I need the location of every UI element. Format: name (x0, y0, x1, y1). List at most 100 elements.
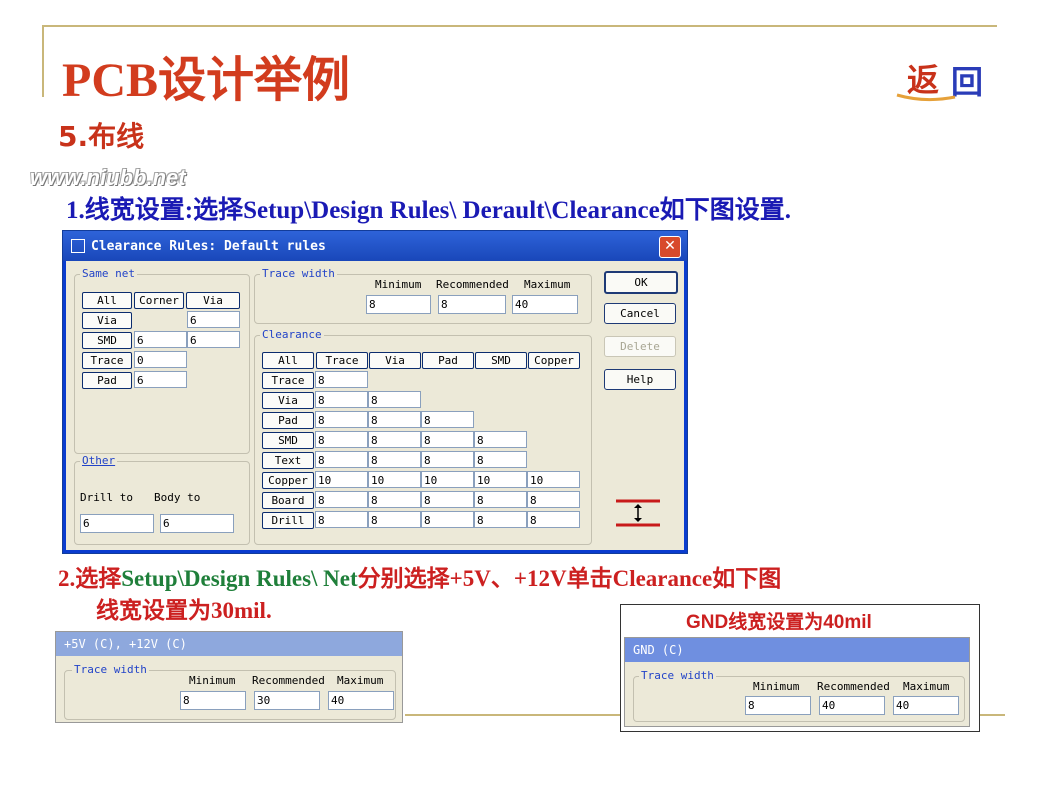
net-min-field[interactable]: 8 (180, 691, 246, 710)
same-net-via-button[interactable]: Via (186, 292, 240, 309)
dialog-body: Same net All Corner Via Via 6 SMD 6 6 Tr… (66, 261, 684, 550)
top-rule (42, 25, 997, 27)
gnd-max-label: Maximum (903, 680, 950, 693)
net-trace-width-label: Trace width (72, 663, 149, 676)
clearance-cell[interactable]: 8 (315, 511, 368, 528)
clearance-row-via-button[interactable]: Via (262, 392, 314, 409)
same-net-row-smd[interactable]: SMD (82, 332, 132, 349)
clearance-cell[interactable]: 8 (368, 391, 421, 408)
drill-to-field[interactable]: 6 (80, 514, 154, 533)
delete-button[interactable]: Delete (604, 336, 676, 357)
clearance-cell[interactable]: 8 (474, 511, 527, 528)
clearance-cell[interactable]: 8 (368, 451, 421, 468)
net-rec-label: Recommended (252, 674, 325, 687)
clearance-cell[interactable]: 8 (315, 431, 368, 448)
clearance-cell[interactable]: 10 (368, 471, 421, 488)
gnd-min-label: Minimum (753, 680, 800, 693)
same-net-row-pad[interactable]: Pad (82, 372, 132, 389)
step2-prefix: 2.选择 (58, 566, 122, 591)
gnd-rec-label: Recommended (817, 680, 890, 693)
clearance-row-copper-button[interactable]: Copper (262, 472, 314, 489)
gnd-caption: GND线宽设置为40mil (686, 612, 872, 633)
clearance-col-all-button[interactable]: All (262, 352, 314, 369)
trace-width-label: Trace width (260, 267, 337, 280)
gnd-panel-title: GND (C) (625, 638, 969, 662)
clearance-cell[interactable]: 8 (421, 411, 474, 428)
clearance-row-text-button[interactable]: Text (262, 452, 314, 469)
gnd-rec-field[interactable]: 40 (819, 696, 885, 715)
trace-width-min-label: Minimum (375, 278, 422, 291)
net-max-label: Maximum (337, 674, 384, 687)
clearance-cell[interactable]: 8 (421, 431, 474, 448)
clearance-row-pad-button[interactable]: Pad (262, 412, 314, 429)
clearance-cell[interactable]: 8 (368, 511, 421, 528)
same-net-label: Same net (80, 267, 137, 280)
gnd-panel: GND (C) Trace width Minimum Recommended … (624, 637, 970, 727)
dialog-title-bar[interactable]: Clearance Rules: Default rules ✕ (63, 231, 687, 261)
trace-width-rec-field[interactable]: 8 (438, 295, 506, 314)
clearance-col-pad-button[interactable]: Pad (422, 352, 474, 369)
clearance-cell[interactable]: 8 (315, 451, 368, 468)
ok-button[interactable]: OK (604, 271, 678, 294)
body-to-label: Body to (154, 491, 201, 504)
net-panel-title: +5V (C), +12V (C) (56, 632, 402, 656)
gnd-trace-width-label: Trace width (639, 669, 716, 682)
app-icon (71, 239, 85, 253)
clearance-cell[interactable]: 8 (527, 511, 580, 528)
gnd-min-field[interactable]: 8 (745, 696, 811, 715)
other-label: Other (80, 454, 118, 467)
clearance-col-copper-button[interactable]: Copper (528, 352, 580, 369)
trace-width-min-field[interactable]: 8 (366, 295, 431, 314)
gnd-max-field[interactable]: 40 (893, 696, 959, 715)
clearance-cell[interactable]: 8 (421, 451, 474, 468)
trace-width-max-field[interactable]: 40 (512, 295, 578, 314)
clearance-cell[interactable]: 8 (315, 371, 368, 388)
close-button[interactable]: ✕ (659, 236, 681, 258)
clearance-cell[interactable]: 8 (368, 411, 421, 428)
net-min-label: Minimum (189, 674, 236, 687)
clearance-cell[interactable]: 8 (474, 431, 527, 448)
same-net-smd-via-field[interactable]: 6 (187, 331, 240, 348)
clearance-cell[interactable]: 10 (474, 471, 527, 488)
clearance-cell[interactable]: 8 (421, 491, 474, 508)
net-max-field[interactable]: 40 (328, 691, 394, 710)
same-net-pad-corner-field[interactable]: 6 (134, 371, 187, 388)
clearance-cell[interactable]: 8 (315, 491, 368, 508)
same-net-corner-button[interactable]: Corner (134, 292, 184, 309)
clearance-row-smd-button[interactable]: SMD (262, 432, 314, 449)
net-panel-5v-12v: +5V (C), +12V (C) Trace width Minimum Re… (55, 631, 403, 723)
clearance-cell[interactable]: 8 (474, 451, 527, 468)
same-net-trace-corner-field[interactable]: 0 (134, 351, 187, 368)
clearance-cell[interactable]: 8 (527, 491, 580, 508)
slide-title: PCB设计举例 (62, 54, 351, 107)
clearance-cell[interactable]: 8 (315, 411, 368, 428)
clearance-col-via-button[interactable]: Via (369, 352, 421, 369)
clearance-cell[interactable]: 8 (368, 431, 421, 448)
return-button[interactable]: 返 回 (895, 55, 1005, 105)
same-net-all-button[interactable]: All (82, 292, 132, 309)
clearance-cell[interactable]: 10 (315, 471, 368, 488)
help-button[interactable]: Help (604, 369, 676, 390)
cancel-button[interactable]: Cancel (604, 303, 676, 324)
clearance-cell[interactable]: 10 (421, 471, 474, 488)
clearance-cell[interactable]: 8 (421, 511, 474, 528)
section-heading: 5.布线 (58, 120, 145, 153)
clearance-row-trace-button[interactable]: Trace (262, 372, 314, 389)
body-to-field[interactable]: 6 (160, 514, 234, 533)
clearance-col-smd-button[interactable]: SMD (475, 352, 527, 369)
step2-suffix: 分别选择+5V、+12V单击Clearance如下图 (357, 566, 782, 591)
same-net-via-via-field[interactable]: 6 (187, 311, 240, 328)
clearance-rules-dialog: Clearance Rules: Default rules ✕ Same ne… (62, 230, 688, 554)
clearance-row-drill-button[interactable]: Drill (262, 512, 314, 529)
trace-width-max-label: Maximum (524, 278, 571, 291)
same-net-row-trace[interactable]: Trace (82, 352, 132, 369)
clearance-cell[interactable]: 8 (315, 391, 368, 408)
clearance-cell[interactable]: 10 (527, 471, 580, 488)
net-rec-field[interactable]: 30 (254, 691, 320, 710)
clearance-row-board-button[interactable]: Board (262, 492, 314, 509)
clearance-cell[interactable]: 8 (474, 491, 527, 508)
same-net-smd-corner-field[interactable]: 6 (134, 331, 187, 348)
same-net-row-via[interactable]: Via (82, 312, 132, 329)
clearance-col-trace-button[interactable]: Trace (316, 352, 368, 369)
clearance-cell[interactable]: 8 (368, 491, 421, 508)
